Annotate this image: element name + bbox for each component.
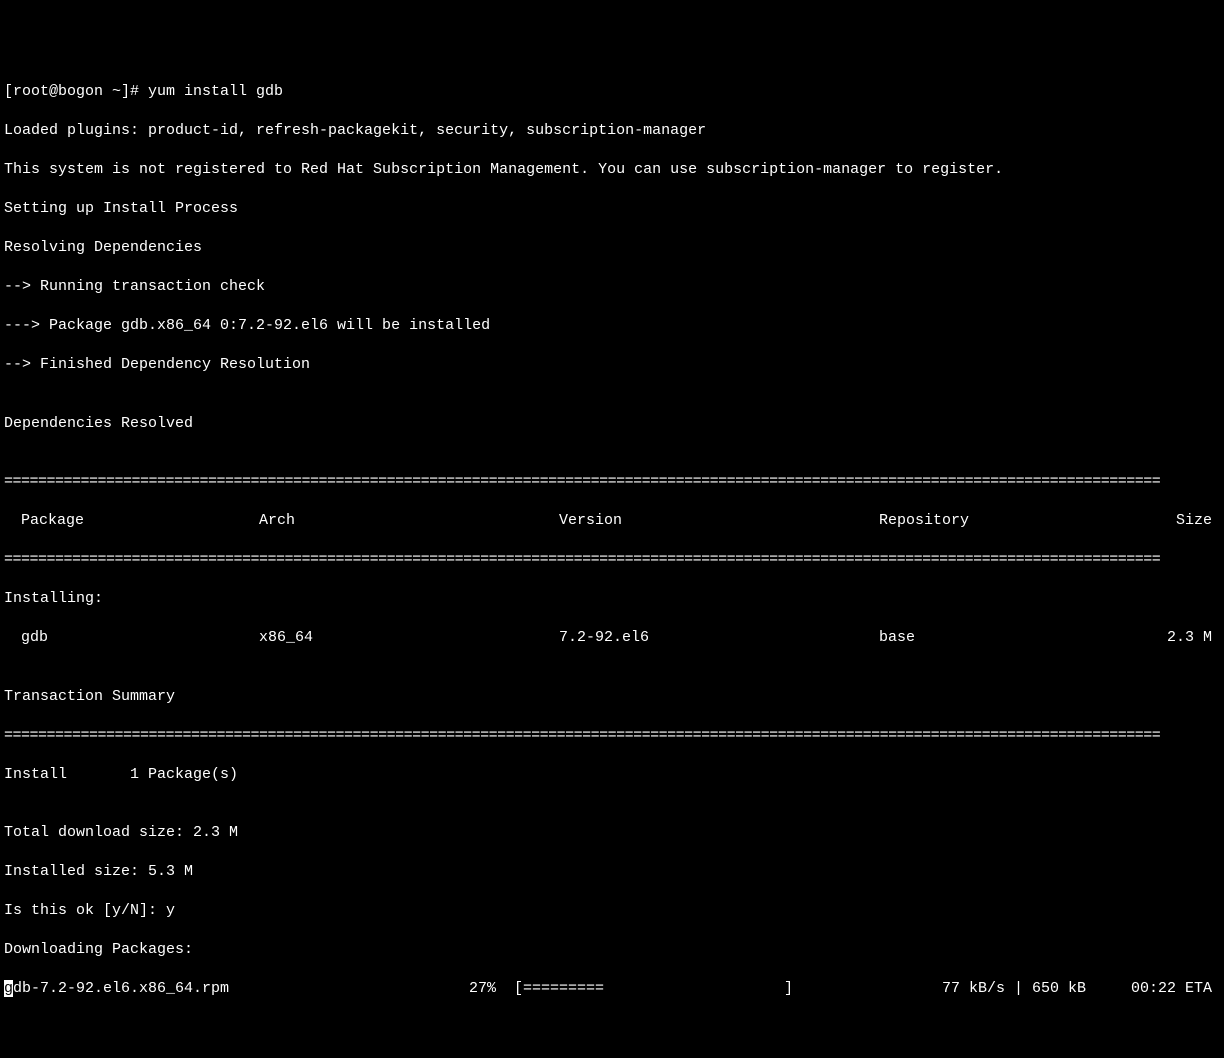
transaction-summary-label: Transaction Summary xyxy=(4,687,1220,707)
output-line: ---> Package gdb.x86_64 0:7.2-92.el6 wil… xyxy=(4,316,1220,336)
table-row: gdb x86_64 7.2-92.el6 base 2.3 M xyxy=(4,628,1220,648)
output-line: Loaded plugins: product-id, refresh-pack… xyxy=(4,121,1220,141)
cell-package: gdb xyxy=(4,628,259,648)
header-repository: Repository xyxy=(879,511,1159,531)
installing-label: Installing: xyxy=(4,589,1220,609)
output-line: --> Running transaction check xyxy=(4,277,1220,297)
download-progress: gdb-7.2-92.el6.x86_64.rpm 27% [=========… xyxy=(4,979,1220,999)
output-line: This system is not registered to Red Hat… xyxy=(4,160,1220,180)
header-arch: Arch xyxy=(259,511,559,531)
downloading-label: Downloading Packages: xyxy=(4,940,1220,960)
header-package: Package xyxy=(4,511,259,531)
install-count: Install 1 Package(s) xyxy=(4,765,1220,785)
table-header: Package Arch Version Repository Size xyxy=(4,511,1220,531)
download-percent: 27% xyxy=(469,979,514,999)
download-filename: gdb-7.2-92.el6.x86_64.rpm xyxy=(4,979,469,999)
cell-size: 2.3 M xyxy=(1159,628,1220,648)
summary-line: Installed size: 5.3 M xyxy=(4,862,1220,882)
cell-repository: base xyxy=(879,628,1159,648)
prompt-confirm[interactable]: Is this ok [y/N]: y xyxy=(4,901,1220,921)
separator: ========================================… xyxy=(4,726,1220,746)
output-line: Setting up Install Process xyxy=(4,199,1220,219)
output-line: --> Finished Dependency Resolution xyxy=(4,355,1220,375)
cell-version: 7.2-92.el6 xyxy=(559,628,879,648)
separator: ========================================… xyxy=(4,472,1220,492)
download-progress-bar: [========= ] xyxy=(514,979,804,999)
header-size: Size xyxy=(1159,511,1220,531)
output-line: Resolving Dependencies xyxy=(4,238,1220,258)
download-stats: 77 kB/s | 650 kB 00:22 ETA xyxy=(804,979,1220,999)
cell-arch: x86_64 xyxy=(259,628,559,648)
cursor: g xyxy=(4,980,13,997)
prompt-line: [root@bogon ~]# yum install gdb xyxy=(4,82,1220,102)
header-version: Version xyxy=(559,511,879,531)
summary-line: Total download size: 2.3 M xyxy=(4,823,1220,843)
output-line: Dependencies Resolved xyxy=(4,414,1220,434)
separator: ========================================… xyxy=(4,550,1220,570)
